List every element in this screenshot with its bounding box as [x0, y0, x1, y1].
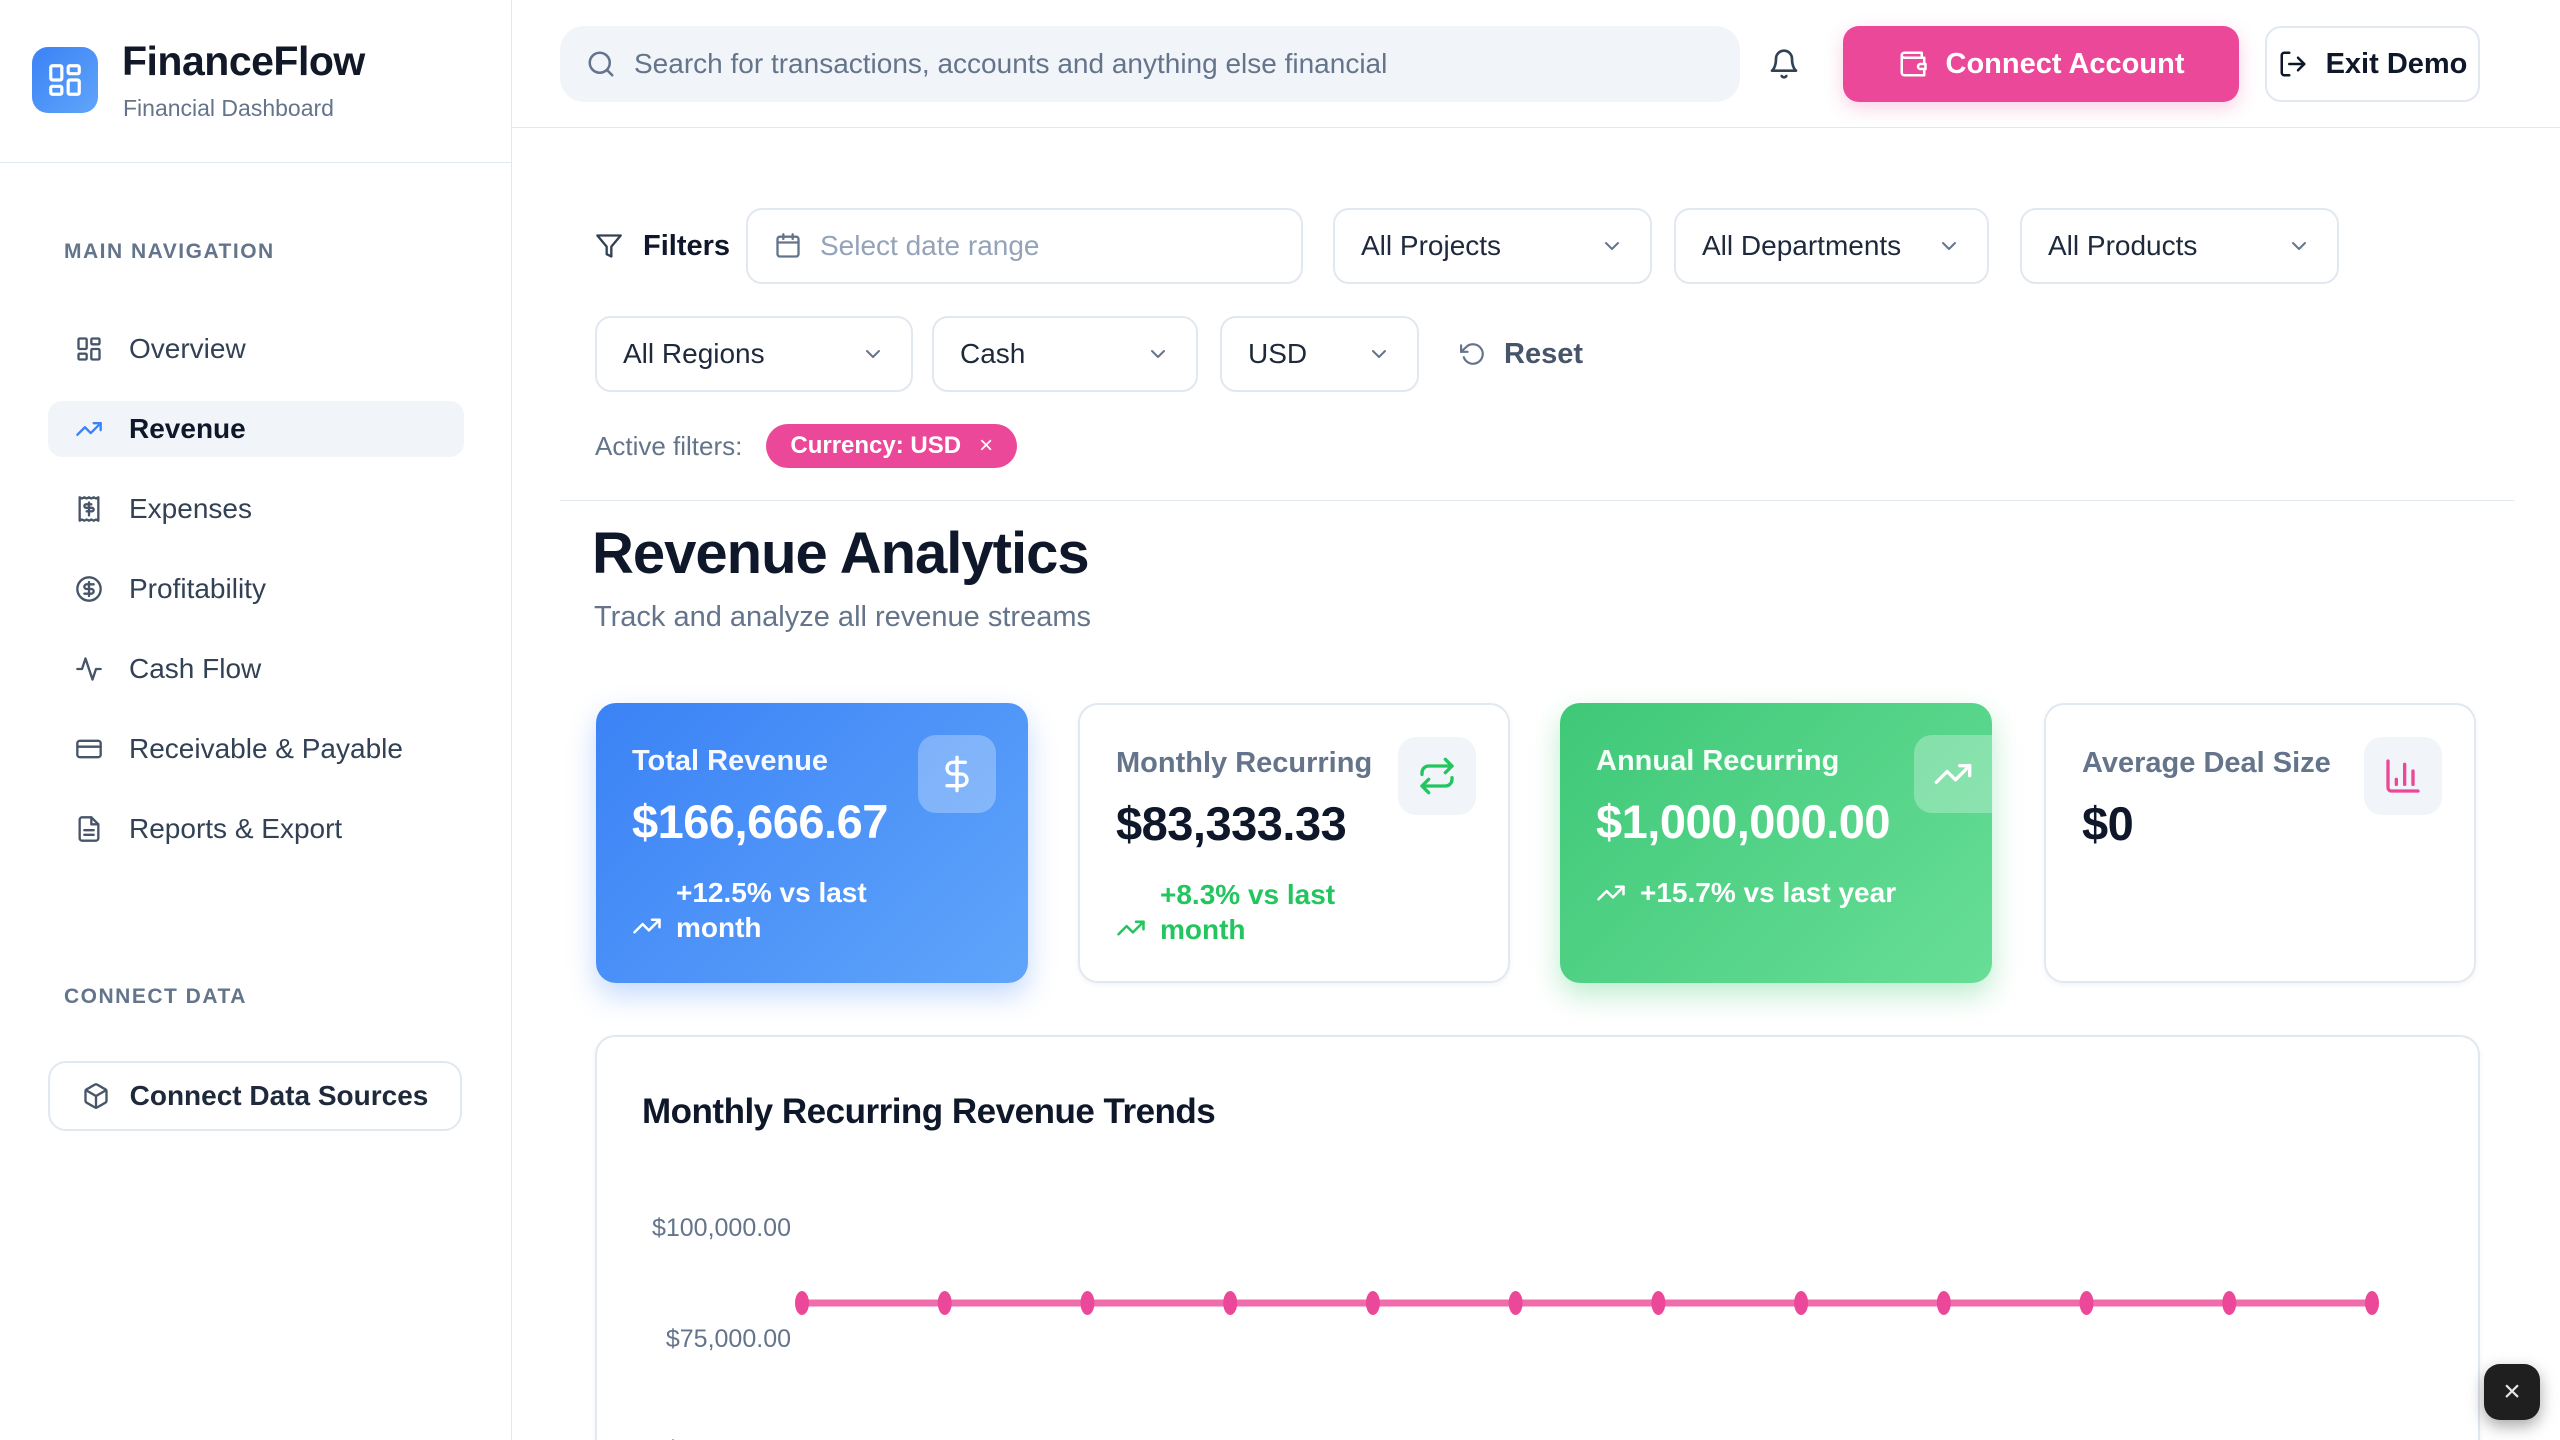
filter-funnel-icon [595, 232, 623, 260]
filters-text: Filters [643, 230, 730, 263]
chevron-down-icon [1146, 342, 1170, 366]
products-select[interactable]: All Products [2020, 208, 2339, 284]
products-selected-value: All Products [2048, 230, 2197, 262]
currency-select[interactable]: USD [1220, 316, 1419, 392]
layout-dashboard-icon [75, 335, 103, 363]
connect-account-button[interactable]: Connect Account [1843, 26, 2239, 102]
repeat-icon [1398, 737, 1476, 815]
wallet-icon [1898, 49, 1928, 79]
app-subtitle: Financial Dashboard [123, 95, 334, 122]
mrr-line-chart [597, 1037, 2482, 1440]
nav-section-label: MAIN NAVIGATION [64, 240, 275, 264]
exit-demo-label: Exit Demo [2326, 48, 2468, 81]
currency-selected-value: USD [1248, 338, 1307, 370]
page-title: Revenue Analytics [592, 520, 1089, 587]
package-icon [82, 1082, 110, 1110]
stat-card-monthly-recurring: Monthly Recurring $83,333.33 +8.3% vs la… [1078, 703, 1510, 983]
chip-text: Currency: USD [790, 432, 961, 460]
close-overlay-button[interactable]: × [2484, 1364, 2540, 1420]
stat-change: +12.5% vs last month [632, 875, 992, 945]
departments-select[interactable]: All Departments [1674, 208, 1989, 284]
trending-up-icon [75, 415, 103, 443]
stat-label: Annual Recurring [1596, 745, 1956, 778]
trending-up-icon [1596, 878, 1626, 908]
brand: FinanceFlow Financial Dashboard [0, 0, 511, 163]
global-search[interactable] [560, 26, 1740, 102]
filters-label: Filters [595, 208, 730, 284]
sidebar-item-label: Cash Flow [129, 653, 261, 685]
search-input[interactable] [634, 48, 1714, 80]
stat-card-annual-recurring: Annual Recurring $1,000,000.00 +15.7% vs… [1560, 703, 1992, 983]
sidebar-item-label: Expenses [129, 493, 252, 525]
trending-up-icon [1116, 913, 1146, 943]
notifications-bell-icon[interactable] [1758, 38, 1810, 90]
sidebar-item-overview[interactable]: Overview [48, 321, 464, 377]
trending-up-icon [632, 911, 662, 941]
active-filter-chip-currency[interactable]: Currency: USD × [766, 424, 1017, 468]
chevron-down-icon [1600, 234, 1624, 258]
reset-filters-button[interactable]: Reset [1460, 316, 1583, 392]
credit-card-icon [75, 735, 103, 763]
chevron-down-icon [1937, 234, 1961, 258]
date-range-input[interactable] [746, 208, 1303, 284]
remove-filter-icon[interactable]: × [979, 434, 993, 458]
sidebar-item-cash-flow[interactable]: Cash Flow [48, 641, 464, 697]
page-subtitle: Track and analyze all revenue streams [594, 601, 1091, 634]
app-title: FinanceFlow [122, 38, 365, 85]
projects-select[interactable]: All Projects [1333, 208, 1652, 284]
activity-icon [75, 655, 103, 683]
regions-select[interactable]: All Regions [595, 316, 913, 392]
file-text-icon [75, 815, 103, 843]
stat-value: $1,000,000.00 [1596, 794, 1956, 849]
app-logo-icon [32, 47, 98, 113]
sidebar-item-profitability[interactable]: Profitability [48, 561, 464, 617]
log-out-icon [2278, 49, 2308, 79]
rotate-ccw-icon [1460, 341, 1486, 367]
sidebar-item-label: Reports & Export [129, 813, 342, 845]
sidebar-item-receivable-payable[interactable]: Receivable & Payable [48, 721, 464, 777]
circle-dollar-icon [75, 575, 103, 603]
stat-change: +8.3% vs last month [1116, 877, 1472, 947]
date-range-field[interactable] [820, 230, 1275, 262]
top-bar: Connect Account Exit Demo [512, 0, 2560, 128]
sidebar-item-label: Receivable & Payable [129, 733, 403, 765]
sidebar-item-revenue[interactable]: Revenue [48, 401, 464, 457]
chevron-down-icon [1367, 342, 1391, 366]
connect-data-sources-button[interactable]: Connect Data Sources [48, 1061, 462, 1131]
stat-change: +15.7% vs last year [1596, 875, 1956, 910]
search-icon [586, 49, 616, 79]
trending-up-icon [1914, 735, 1992, 813]
sidebar: FinanceFlow Financial Dashboard MAIN NAV… [0, 0, 512, 1440]
main-content: Filters All Projects All Departments All… [512, 129, 2560, 1440]
connect-section-label: CONNECT DATA [64, 985, 247, 1009]
connect-account-label: Connect Account [1946, 48, 2185, 81]
sidebar-item-label: Overview [129, 333, 246, 365]
active-filters-label: Active filters: [595, 431, 742, 462]
bar-chart-icon [2364, 737, 2442, 815]
departments-selected-value: All Departments [1702, 230, 1901, 262]
accounting-basis-selected-value: Cash [960, 338, 1025, 370]
main-navigation: Overview Revenue Expenses Profitability [48, 321, 464, 881]
section-divider [560, 500, 2514, 501]
connect-data-sources-label: Connect Data Sources [130, 1080, 429, 1112]
sidebar-item-label: Profitability [129, 573, 266, 605]
mrr-trends-chart-card: Monthly Recurring Revenue Trends $100,00… [595, 1035, 2480, 1440]
chevron-down-icon [2287, 234, 2311, 258]
stat-card-total-revenue: Total Revenue $166,666.67 +12.5% vs last… [596, 703, 1028, 983]
chevron-down-icon [861, 342, 885, 366]
accounting-basis-select[interactable]: Cash [932, 316, 1198, 392]
reset-label: Reset [1504, 338, 1583, 371]
sidebar-item-reports-export[interactable]: Reports & Export [48, 801, 464, 857]
calendar-icon [774, 232, 802, 260]
dollar-icon [918, 735, 996, 813]
stat-card-average-deal-size: Average Deal Size $0 [2044, 703, 2476, 983]
sidebar-item-expenses[interactable]: Expenses [48, 481, 464, 537]
projects-selected-value: All Projects [1361, 230, 1501, 262]
exit-demo-button[interactable]: Exit Demo [2265, 26, 2480, 102]
regions-selected-value: All Regions [623, 338, 765, 370]
active-filters-row: Active filters: Currency: USD × [595, 424, 1017, 468]
receipt-icon [75, 495, 103, 523]
sidebar-item-label: Revenue [129, 413, 246, 445]
